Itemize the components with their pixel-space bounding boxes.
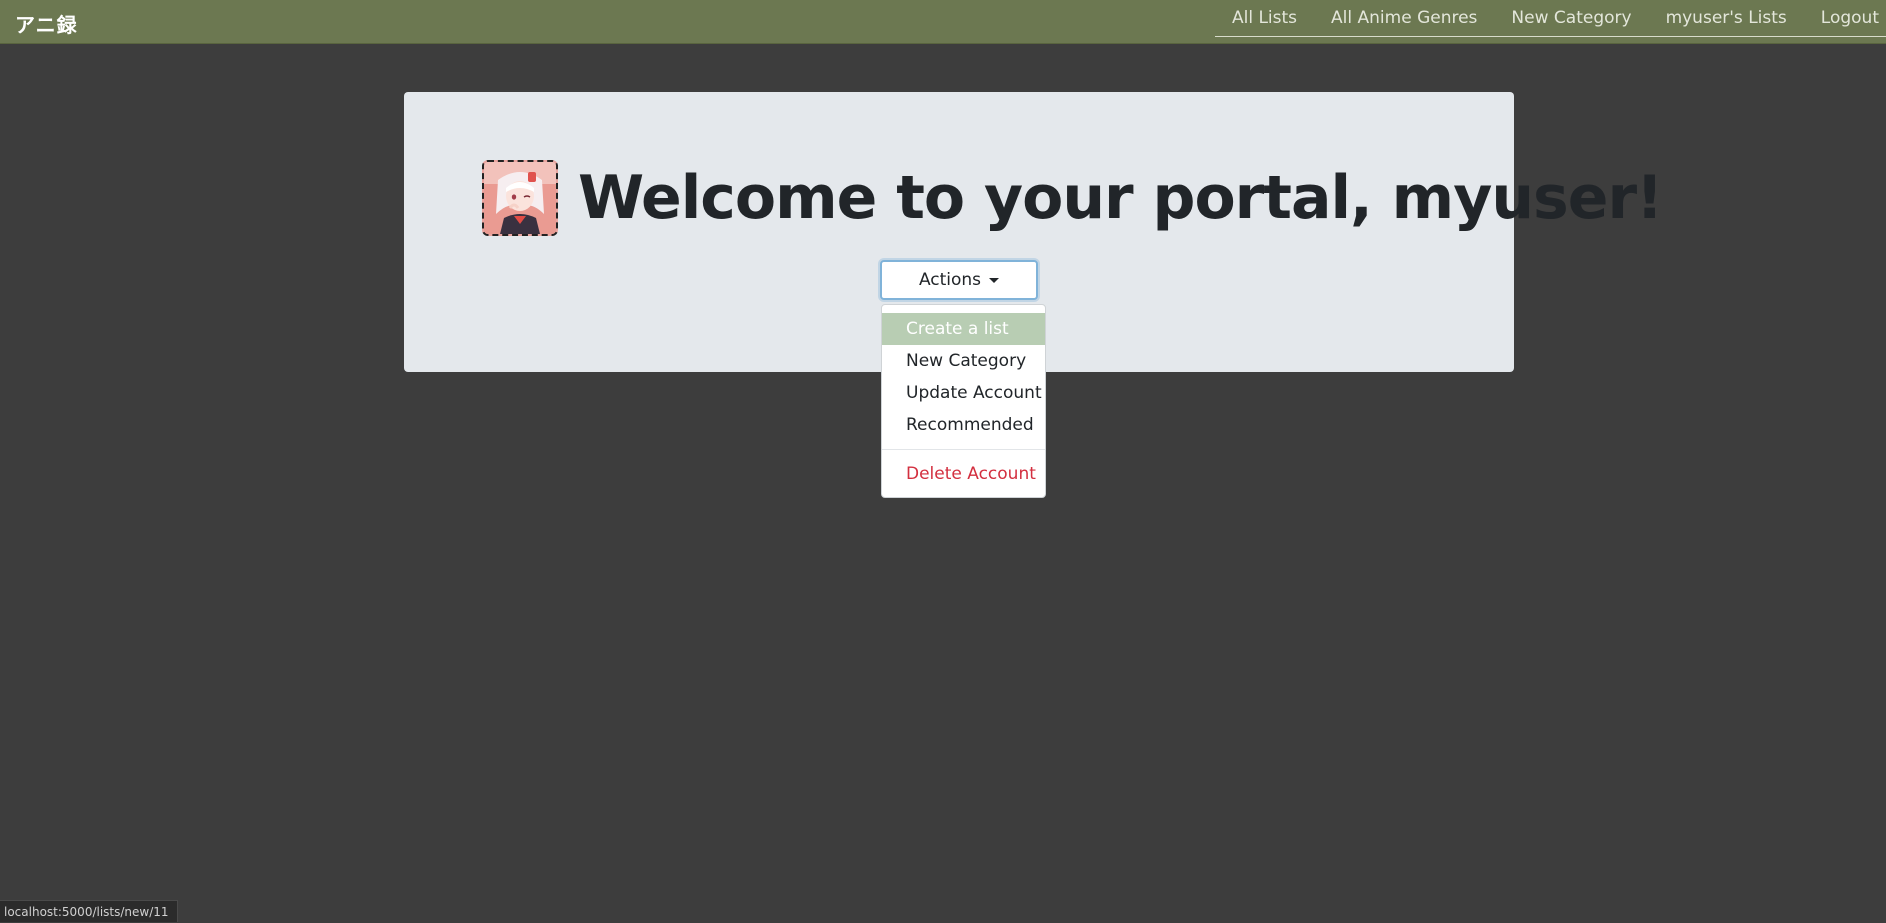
caret-down-icon bbox=[989, 277, 1000, 283]
menu-item-recommended[interactable]: Recommended bbox=[882, 409, 1045, 441]
anime-avatar-icon bbox=[482, 160, 558, 236]
brand-logo[interactable]: アニ録 bbox=[15, 9, 78, 38]
browser-status-bar: localhost:5000/lists/new/11 bbox=[0, 900, 178, 922]
nav-link-new-category[interactable]: New Category bbox=[1494, 8, 1648, 28]
nav-link-all-anime-genres[interactable]: All Anime Genres bbox=[1314, 8, 1494, 28]
page-title: Welcome to your portal, myuser! bbox=[578, 163, 1663, 233]
menu-divider bbox=[882, 449, 1045, 450]
menu-item-create-list[interactable]: Create a list bbox=[882, 313, 1045, 345]
nav-link-user-lists[interactable]: myuser's Lists bbox=[1649, 8, 1804, 28]
nav-links: All Lists All Anime Genres New Category … bbox=[1214, 0, 1886, 37]
menu-item-update-account[interactable]: Update Account bbox=[882, 377, 1045, 409]
top-navbar: アニ録 All Lists All Anime Genres New Categ… bbox=[0, 0, 1886, 44]
actions-dropdown-menu: Create a list New Category Update Accoun… bbox=[881, 304, 1046, 498]
menu-item-new-category[interactable]: New Category bbox=[882, 345, 1045, 377]
actions-button-label: Actions bbox=[918, 270, 982, 290]
nav-link-all-lists[interactable]: All Lists bbox=[1215, 8, 1314, 28]
menu-item-delete-account[interactable]: Delete Account bbox=[882, 458, 1045, 490]
nav-link-logout[interactable]: Logout bbox=[1804, 8, 1886, 28]
hero-row: Welcome to your portal, myuser! bbox=[482, 160, 1663, 236]
actions-dropdown-button[interactable]: Actions bbox=[880, 260, 1038, 300]
